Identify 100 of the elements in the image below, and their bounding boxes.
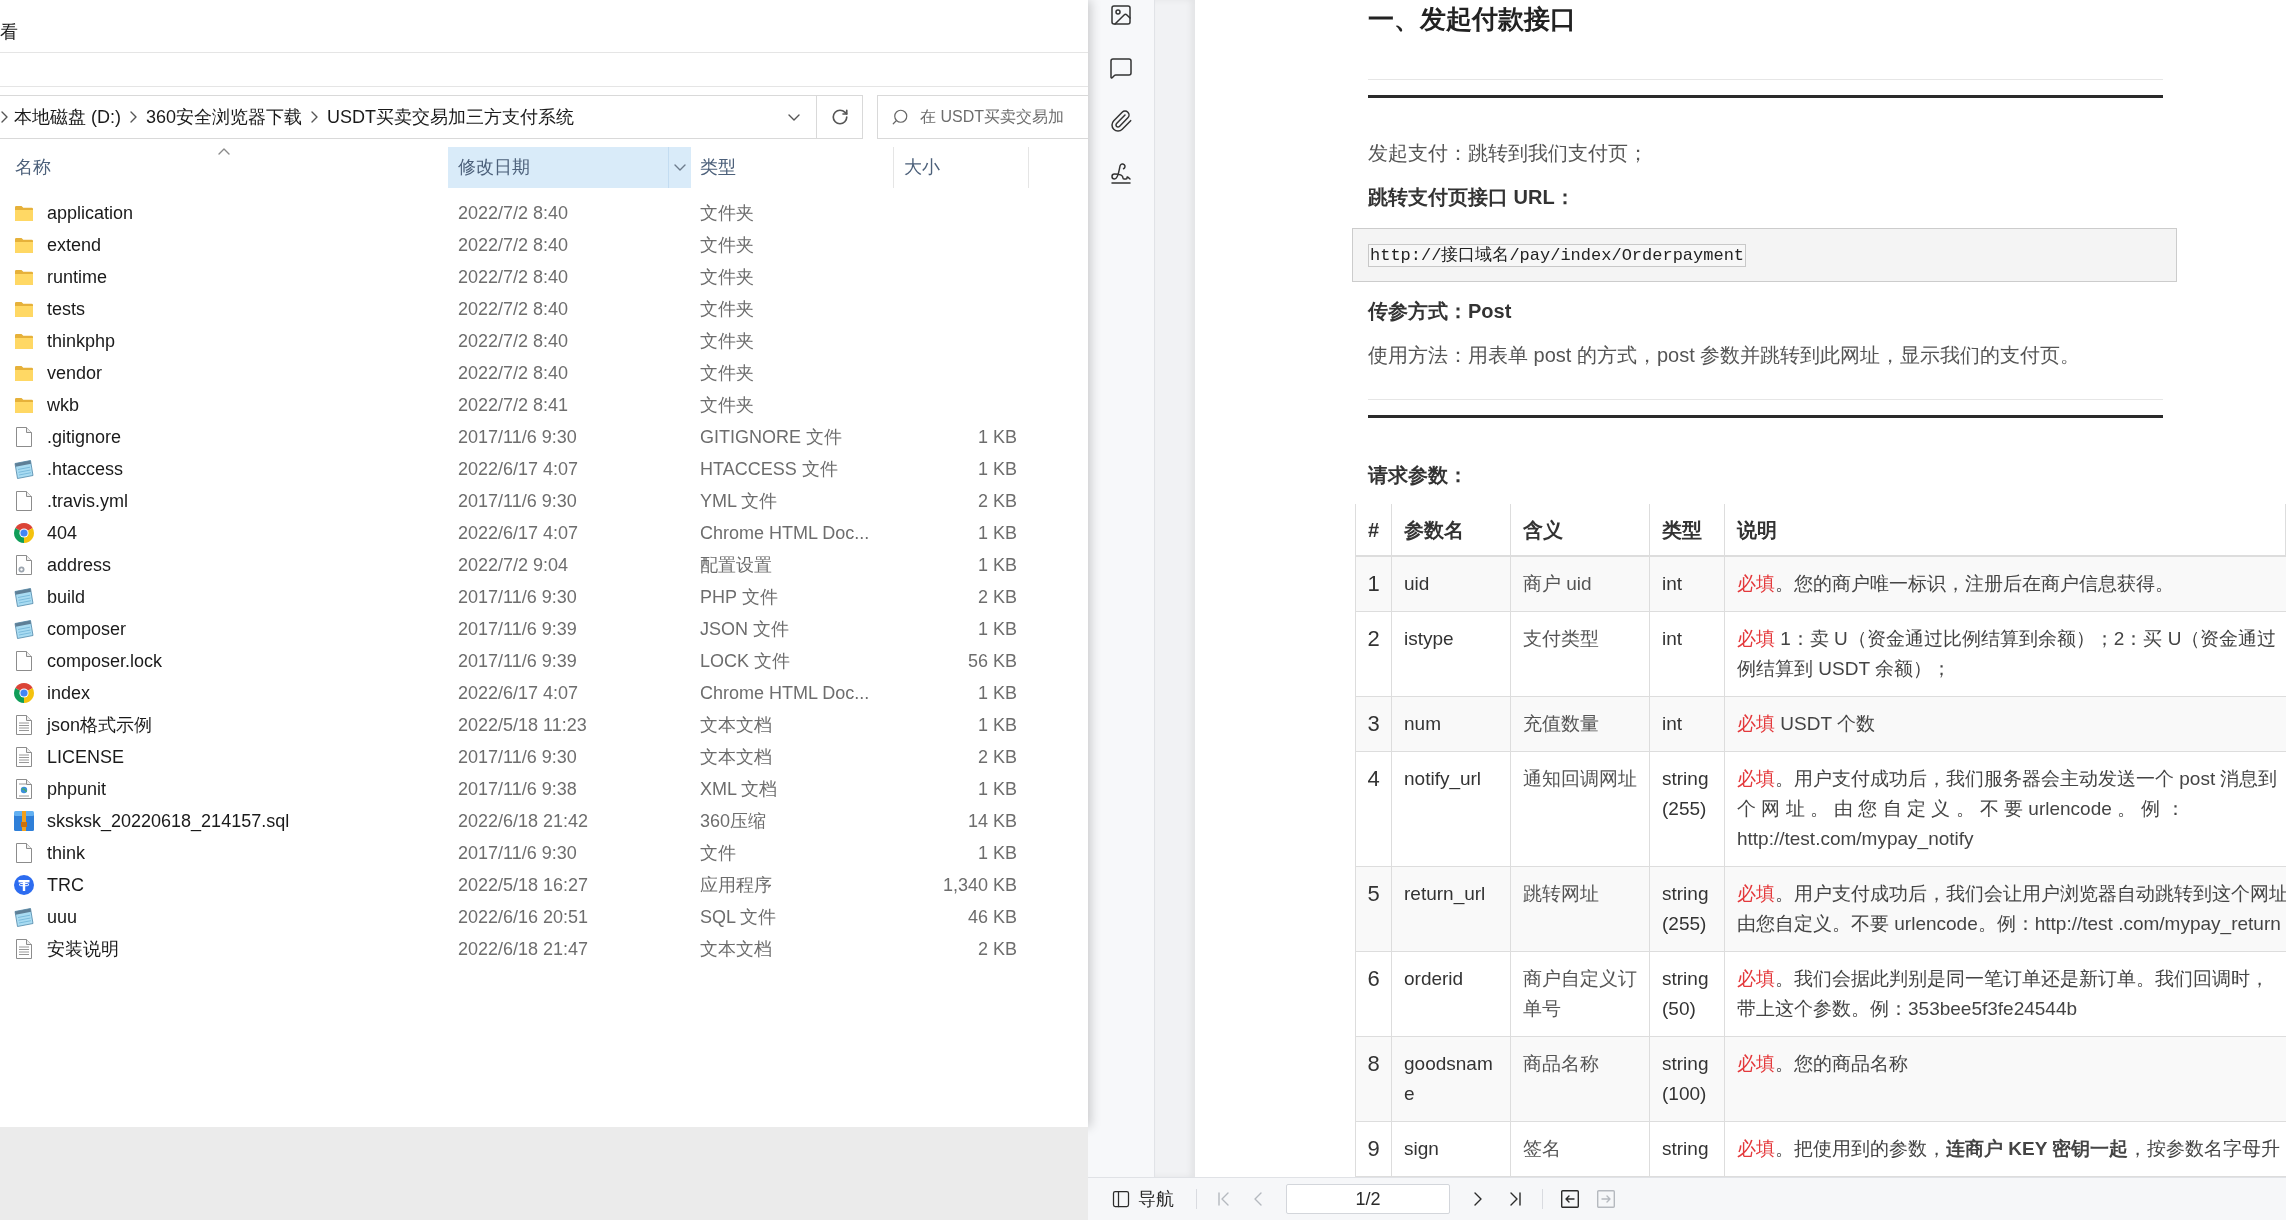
file-name[interactable]: 安装说明	[47, 935, 119, 963]
folder-icon	[15, 301, 33, 317]
file-name[interactable]: composer	[47, 615, 127, 643]
file-name[interactable]: LICENSE	[47, 743, 125, 771]
file-name[interactable]: sksksk_20220618_214157.sql	[47, 807, 290, 835]
file-name[interactable]: thinkphp	[47, 327, 116, 355]
table-cell-text: 必填 USDT 个数	[1736, 712, 1876, 736]
file-date: 2017/11/6 9:30	[458, 842, 577, 863]
file-type: Chrome HTML Doc...	[700, 522, 870, 543]
file-date: 2022/5/18 16:27	[458, 874, 589, 895]
breadcrumb-item[interactable]: 本地磁盘 (D:)	[14, 108, 121, 126]
column-header[interactable]: 修改日期	[448, 147, 691, 188]
file-type: SQL 文件	[700, 906, 777, 927]
table-cell: 2	[1356, 612, 1392, 696]
file-name[interactable]: composer.lock	[47, 647, 163, 675]
notepad-icon	[14, 907, 34, 927]
chevron-down-icon[interactable]	[788, 113, 800, 121]
file-name[interactable]: vendor	[47, 359, 103, 387]
navigation-button[interactable]: 导航	[1111, 1185, 1174, 1213]
bold-label: 传参方式：Post	[1368, 299, 1513, 325]
file-date: 2022/6/18 21:42	[458, 810, 589, 831]
file-name[interactable]: address	[47, 551, 112, 579]
file-date: 2022/6/17 4:07	[458, 682, 579, 703]
breadcrumb-item[interactable]: USDT买卖交易加三方支付系统	[327, 108, 575, 126]
page-number-field[interactable]: 1/2	[1286, 1184, 1450, 1214]
file-name[interactable]: application	[47, 199, 134, 227]
bar-chevron-left-icon	[1217, 1192, 1229, 1206]
pen-signature-icon[interactable]	[1109, 162, 1133, 186]
file-name[interactable]: phpunit	[47, 775, 107, 803]
file-type: YML 文件	[700, 490, 778, 511]
file-type: 文件夹	[700, 266, 754, 287]
file-name[interactable]: runtime	[47, 263, 108, 291]
chevron-down-icon[interactable]	[674, 164, 686, 171]
folder-icon	[15, 397, 33, 413]
file-name[interactable]: think	[47, 839, 86, 867]
file-name[interactable]: wkb	[47, 391, 79, 419]
back-button[interactable]	[1559, 1187, 1581, 1211]
file-size: 1 KB	[977, 617, 1017, 641]
search-field[interactable]: 在 USDT买卖交易加	[877, 95, 1088, 139]
table-cell: 商品名称	[1511, 1037, 1650, 1121]
table-cell: sign	[1392, 1122, 1511, 1176]
file-size: 1 KB	[977, 681, 1017, 705]
table-cell: 9	[1356, 1122, 1392, 1176]
file-date: 2022/7/2 8:40	[458, 362, 569, 383]
file-size: 2 KB	[977, 489, 1017, 513]
table-cell: istype	[1392, 612, 1511, 696]
text-document-icon	[16, 939, 32, 959]
file-type: 文本文档	[700, 746, 772, 767]
file-name[interactable]: 404	[47, 519, 78, 547]
file-type: 文件夹	[700, 202, 754, 223]
file-size: 1 KB	[977, 777, 1017, 801]
file-name[interactable]: .travis.yml	[47, 487, 128, 515]
file-name[interactable]: build	[47, 583, 86, 611]
file-type: HTACCESS 文件	[700, 458, 838, 479]
paragraph: 使用方法：用表单 post 的方式，post 参数并跳转到此网址，显示我们的支付页。	[1368, 343, 2082, 369]
inline-code: http://接口域名/pay/index/Orderpayment	[1368, 243, 1747, 267]
file-size: 1 KB	[977, 713, 1017, 737]
file-type: 应用程序	[700, 874, 772, 895]
notepad-icon	[14, 619, 34, 639]
round-logo-icon	[14, 523, 34, 543]
file-name[interactable]: .gitignore	[47, 423, 122, 451]
file-name[interactable]: index	[47, 679, 91, 707]
file-type: 文件	[700, 842, 736, 863]
paperclip-icon[interactable]	[1109, 109, 1133, 133]
chevron-left-icon	[1254, 1192, 1262, 1206]
file-name[interactable]: tests	[47, 295, 85, 323]
folder-icon	[15, 237, 33, 253]
table-cell: num	[1392, 697, 1511, 751]
breadcrumb-item[interactable]: 360安全浏览器下载	[146, 108, 303, 126]
table-cell: string (255)	[1650, 867, 1725, 951]
folder-icon	[15, 269, 33, 285]
file-name[interactable]: .htaccess	[47, 455, 124, 483]
file-name[interactable]: uuu	[47, 903, 78, 931]
file-date: 2022/7/2 8:40	[458, 202, 569, 223]
file-date: 2022/7/2 8:40	[458, 266, 569, 287]
table-cell: 5	[1356, 867, 1392, 951]
archive-icon	[14, 811, 34, 831]
notepad-icon	[14, 587, 34, 607]
blank-file-icon	[16, 651, 32, 671]
table-cell-text: 必填。把使用到的参数，连商户 KEY 密钥一起，按参数名字母升	[1736, 1137, 2282, 1161]
file-size: 1 KB	[977, 521, 1017, 545]
file-name[interactable]: json格式示例	[47, 711, 153, 739]
coin-icon	[14, 875, 34, 895]
file-size: 2 KB	[977, 937, 1017, 961]
table-cell: string	[1650, 1122, 1725, 1176]
boxed-arrow-left-icon	[1561, 1190, 1579, 1208]
round-logo-icon	[14, 683, 34, 703]
image-icon[interactable]	[1109, 3, 1133, 27]
address-bar[interactable]: 本地磁盘 (D:) 360安全浏览器下载 USDT买卖交易加三方支付系统	[0, 95, 817, 139]
file-name[interactable]: TRC	[47, 871, 84, 899]
file-date: 2022/6/16 20:51	[458, 906, 589, 927]
ribbon-tab[interactable]: 看	[0, 23, 18, 41]
file-type: LOCK 文件	[700, 650, 791, 671]
file-size: 2 KB	[977, 745, 1017, 769]
comment-icon[interactable]	[1109, 56, 1133, 80]
refresh-button[interactable]	[817, 95, 863, 139]
file-type: 文件夹	[700, 394, 754, 415]
table-header-cell-text: 说明	[1737, 517, 1777, 543]
table-cell: int	[1650, 557, 1725, 611]
file-name[interactable]: extend	[47, 231, 102, 259]
